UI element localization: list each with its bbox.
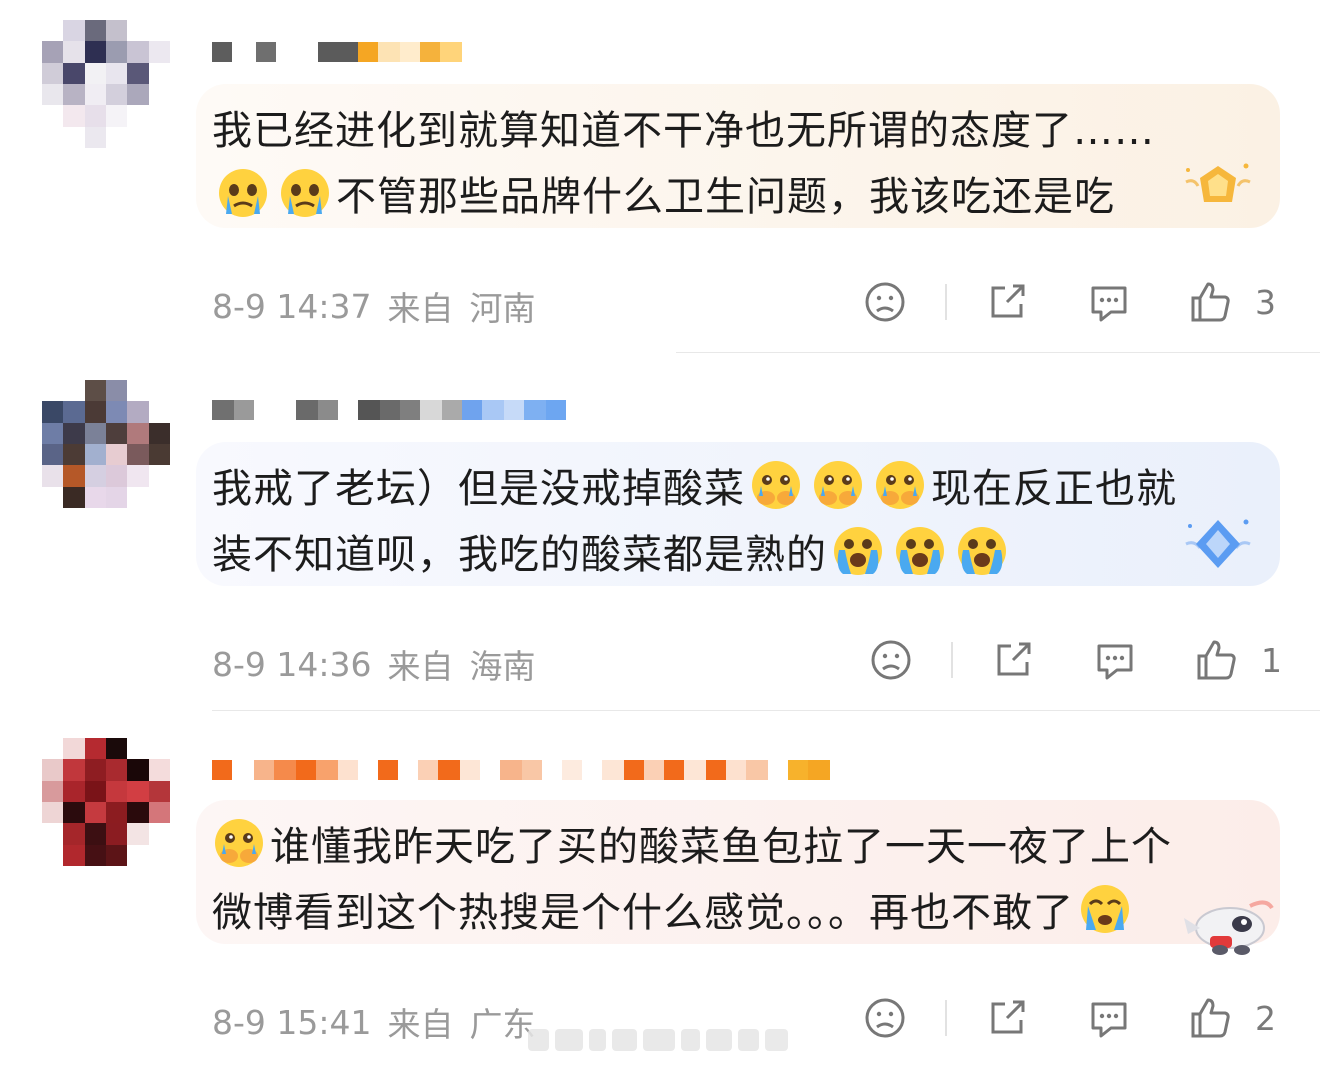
comment-actions: 2: [863, 994, 1276, 1042]
thumbs-up-icon[interactable]: [1189, 996, 1233, 1040]
comment-time: 8-9 15:41: [212, 1002, 372, 1042]
covering-mouth-crying-icon: [212, 816, 266, 870]
share-icon[interactable]: [985, 996, 1029, 1040]
avatar[interactable]: [42, 20, 170, 148]
divider: [951, 642, 953, 678]
avatar[interactable]: [42, 380, 170, 508]
comment-location: 河南: [469, 289, 536, 328]
comment-meta: 8-9 14:36 来自 海南: [212, 640, 536, 688]
loudly-crying-icon: [831, 524, 885, 578]
comment-actions: 1: [869, 636, 1282, 684]
comment-meta: 8-9 15:41 来自 广东: [212, 998, 536, 1046]
like-count: 2: [1255, 998, 1276, 1038]
crying-face-icon: [216, 166, 270, 220]
watermark: [528, 1022, 788, 1058]
comment-text: 谁懂我昨天吃了买的酸菜鱼包拉了一天一夜了上个 微博看到这个热搜是个什么感觉。。。…: [212, 814, 1190, 946]
comment-text-line: 我戒了老坛）但是没戒掉酸菜: [212, 466, 745, 512]
from-label: 来自: [387, 1005, 454, 1044]
covering-mouth-crying-icon: [811, 458, 865, 512]
loudly-crying-icon: [893, 524, 947, 578]
like-count: 1: [1261, 640, 1282, 680]
divider: [676, 352, 1320, 353]
divider: [212, 710, 1320, 711]
avatar[interactable]: [42, 738, 170, 866]
comment-bubble: 我已经进化到就算知道不干净也无所谓的态度了…… 不管那些品牌什么卫生问题，我该吃…: [196, 84, 1280, 228]
share-icon[interactable]: [985, 280, 1029, 324]
username[interactable]: [212, 400, 566, 420]
comment-text-line: 现在反正也就: [931, 466, 1177, 512]
blue-diamond-badge-icon: [1180, 514, 1256, 578]
sad-face-icon[interactable]: [863, 280, 907, 324]
comment-location: 海南: [469, 647, 536, 686]
comment-bubble: 谁懂我昨天吃了买的酸菜鱼包拉了一天一夜了上个 微博看到这个热搜是个什么感觉。。。…: [196, 800, 1280, 955]
crying-face-icon: [278, 166, 332, 220]
comment-text: 我已经进化到就算知道不干净也无所谓的态度了…… 不管那些品牌什么卫生问题，我该吃…: [212, 98, 1190, 230]
loudly-crying-icon: [955, 524, 1009, 578]
covering-mouth-crying-icon: [873, 458, 927, 512]
crying-face-icon: [1078, 882, 1132, 936]
comment-time: 8-9 14:36: [212, 644, 372, 684]
comment-icon[interactable]: [1087, 996, 1131, 1040]
divider: [945, 1000, 947, 1036]
gold-star-badge-icon: [1180, 156, 1256, 220]
comment-location: 广东: [469, 1005, 536, 1044]
divider: [945, 284, 947, 320]
thumbs-up-icon[interactable]: [1189, 280, 1233, 324]
username[interactable]: [212, 760, 830, 780]
sad-face-icon[interactable]: [869, 638, 913, 682]
like-count: 3: [1255, 282, 1276, 322]
comment-actions: 3: [863, 278, 1276, 326]
comment-bubble: 我戒了老坛）但是没戒掉酸菜 现在反正也就 装不知道呗，我吃的酸菜都是熟的: [196, 442, 1280, 586]
covering-mouth-crying-icon: [749, 458, 803, 512]
share-icon[interactable]: [991, 638, 1035, 682]
comment-time: 8-9 14:37: [212, 286, 372, 326]
from-label: 来自: [387, 289, 454, 328]
comment-text-line: 装不知道呗，我吃的酸菜都是熟的: [212, 532, 827, 578]
plane-mascot-badge-icon: [1180, 884, 1280, 964]
username[interactable]: [212, 42, 462, 62]
from-label: 来自: [387, 647, 454, 686]
comment-icon[interactable]: [1093, 638, 1137, 682]
comment-text-line: 我已经进化到就算知道不干净也无所谓的态度了……: [212, 108, 1155, 154]
comment-text-line: 谁懂我昨天吃了买的酸菜鱼包拉了一天一夜了上个: [270, 824, 1172, 870]
comment-text-line: 不管那些品牌什么卫生问题，我该吃还是吃: [336, 174, 1115, 220]
comment-icon[interactable]: [1087, 280, 1131, 324]
sad-face-icon[interactable]: [863, 996, 907, 1040]
thumbs-up-icon[interactable]: [1195, 638, 1239, 682]
comment-text: 我戒了老坛）但是没戒掉酸菜 现在反正也就 装不知道呗，我吃的酸菜都是熟的: [212, 456, 1190, 588]
comment-text-line: 微博看到这个热搜是个什么感觉。。。再也不敢了: [212, 890, 1074, 936]
comment-meta: 8-9 14:37 来自 河南: [212, 282, 536, 330]
